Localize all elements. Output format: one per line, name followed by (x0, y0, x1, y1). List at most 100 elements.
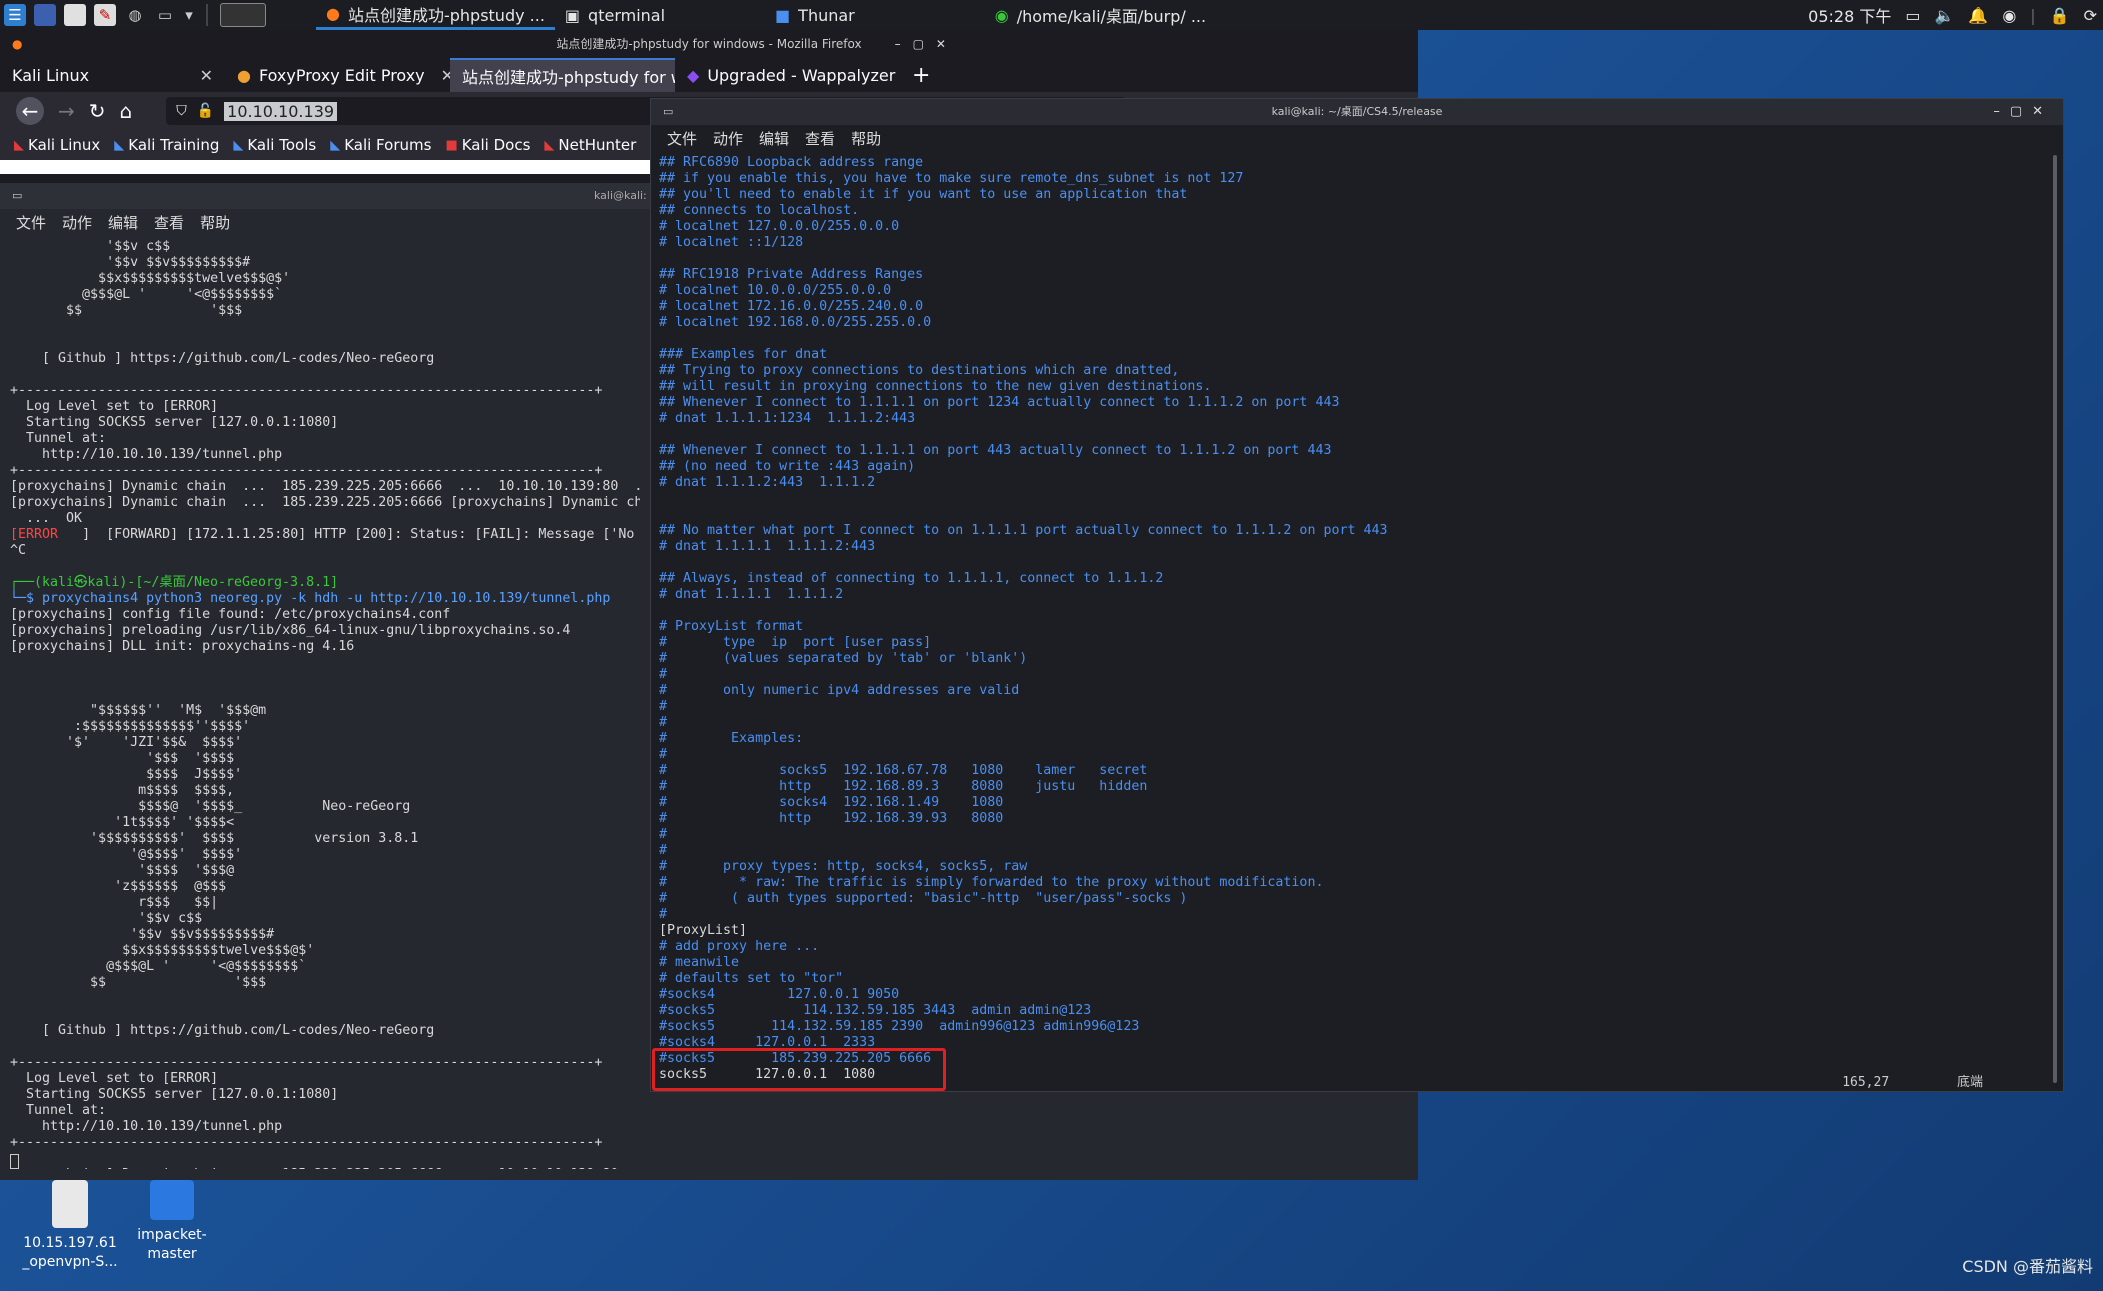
cursor-position: 165,27 (1842, 1075, 1890, 1090)
power-icon[interactable]: ⟳ (2084, 6, 2097, 25)
terminal-line: [proxychains] DLL init: proxychains-ng 4… (10, 639, 355, 654)
workspace-switcher-icon[interactable] (220, 3, 266, 27)
close-icon[interactable]: ✕ (192, 66, 213, 85)
bookmark-kali-linux[interactable]: ◣ Kali Linux (14, 136, 100, 154)
task-firefox[interactable]: ● 站点创建成功-phpstudy ... (316, 0, 555, 30)
task-chrome[interactable]: ◉ /home/kali/桌面/burp/ ... (985, 0, 1216, 30)
terminal-line: '$$$$$$$$$$' $$$$ version 3.8.1 (10, 831, 419, 846)
reload-icon[interactable]: ↻ (89, 99, 106, 123)
menu-help[interactable]: 帮助 (200, 212, 230, 233)
menu-edit[interactable]: 编辑 (108, 212, 138, 233)
config-line: # (659, 715, 668, 730)
url-text[interactable]: 10.10.10.139 (224, 101, 338, 121)
config-line: ## (no need to write :443 again) (659, 459, 916, 474)
terminal-line: '$$$$ '$$$@ (10, 863, 235, 878)
terminal-line: $$$$@ '$$$$_ Neo-reGeorg (10, 799, 411, 814)
right-terminal-titlebar: ▭ kali@kali: ~/桌面/CS4.5/release –▢✕ (651, 99, 2063, 125)
shield-icon[interactable]: ⛉ (176, 103, 187, 119)
scroll-position: 底端 (1956, 1075, 1983, 1090)
chevron-down-icon[interactable]: ▾ (184, 4, 194, 26)
menu-view[interactable]: 查看 (805, 128, 835, 149)
terminal-line: +---------------------------------------… (10, 1135, 603, 1150)
tab-kali-linux[interactable]: Kali Linux ✕ (0, 58, 225, 92)
menu-action[interactable]: 动作 (713, 128, 743, 149)
terminal-line: m$$$$ $$$$, (10, 783, 235, 798)
bookmark-kali-tools[interactable]: ◣ Kali Tools (233, 136, 316, 154)
terminal-line: [proxychains] Dynamic chain ... 185.239.… (10, 479, 640, 494)
separator: | (2030, 5, 2036, 25)
back-icon[interactable]: ← (16, 97, 44, 125)
menu-action[interactable]: 动作 (62, 212, 92, 233)
menu-file[interactable]: 文件 (667, 128, 697, 149)
config-line: # http 192.168.39.93 8080 (659, 811, 1004, 826)
forward-icon[interactable]: → (58, 99, 75, 123)
terminal-line: └─$ proxychains4 python3 neoreg.py -k hd… (10, 591, 611, 606)
show-desktop-icon[interactable] (34, 4, 56, 26)
highlight-box (652, 1048, 946, 1091)
browser-icon[interactable]: ◍ (124, 4, 146, 26)
clock[interactable]: 05:28 下午 (1808, 3, 1891, 27)
config-line: # dnat 1.1.1.2:443 1.1.1.2 (659, 475, 876, 490)
config-line: # dnat 1.1.1.1 1.1.1.2:443 (659, 539, 876, 554)
left-terminal-output[interactable]: '$$v c$$ '$$v $$v$$$$$$$$$# $$x$$$$$$$$$… (10, 239, 640, 1169)
tab-phpstudy[interactable]: 站点创建成功-phpstudy for w✕ (450, 58, 675, 92)
folder-icon (150, 1180, 194, 1220)
terminal-line: '$$v $$v$$$$$$$$$# (10, 927, 275, 942)
text-editor-icon[interactable]: ✎ (94, 4, 116, 26)
volume-icon[interactable]: 🔈 (1934, 6, 1954, 25)
config-line: # http 192.168.89.3 8080 justu hidden (659, 779, 1148, 794)
config-line (659, 427, 2049, 443)
config-line: ## if you enable this, you have to make … (659, 171, 1244, 186)
terminal-line: [proxychains] Dynamic chain ... 185.239.… (10, 1167, 640, 1169)
lock-icon[interactable]: 🔒 (2050, 6, 2070, 25)
bookmark-label: Kali Forums (344, 136, 432, 154)
menu-edit[interactable]: 编辑 (759, 128, 789, 149)
config-line: #socks4 127.0.0.1 9050 (659, 987, 900, 1002)
notification-icon[interactable]: 🔔 (1968, 6, 1988, 25)
config-line: ## No matter what port I connect to on 1… (659, 523, 1388, 538)
menu-view[interactable]: 查看 (154, 212, 184, 233)
network-icon[interactable]: ◉ (2002, 6, 2016, 25)
kali-menu-icon[interactable]: ☰ (4, 4, 26, 26)
terminal-line: ^C (10, 543, 27, 558)
firefox-logo-icon: ● (12, 37, 23, 51)
display-icon[interactable]: ▭ (1905, 6, 1920, 25)
new-tab-button[interactable]: + (900, 58, 942, 92)
window-controls[interactable]: –▢✕ (895, 30, 958, 58)
menu-help[interactable]: 帮助 (851, 128, 881, 149)
terminal-line: '@$$$$' $$$$' (10, 847, 243, 862)
bookmark-kali-docs[interactable]: ■ Kali Docs (445, 136, 530, 154)
config-line: # only numeric ipv4 addresses are valid (659, 683, 1020, 698)
docs-icon: ■ (445, 137, 458, 153)
config-line (659, 507, 2049, 523)
home-icon[interactable]: ⌂ (120, 99, 133, 123)
window-controls[interactable]: –▢✕ (1993, 99, 2053, 125)
config-line: # type ip port [user pass] (659, 635, 932, 650)
bookmark-kali-training[interactable]: ◣ Kali Training (114, 136, 219, 154)
config-line: # Examples: (659, 731, 804, 746)
insecure-lock-icon[interactable]: 🔓 (197, 103, 214, 119)
tab-label: 站点创建成功-phpstudy for w (462, 68, 675, 87)
file-manager-icon[interactable] (64, 4, 86, 26)
desktop-icon-openvpn[interactable]: 10.15.197.61 _openvpn-S... (20, 1180, 120, 1272)
config-line: # ( auth types supported: "basic"-http "… (659, 891, 1188, 906)
desktop-icon-impacket[interactable]: impacket- master (122, 1180, 222, 1264)
task-thunar[interactable]: ■ Thunar (765, 0, 865, 30)
terminal-line: ┌──(kali㉿kali)-[~/桌面/Neo-reGeorg-3.8.1] (10, 575, 339, 590)
task-qterminal[interactable]: ▣ qterminal (555, 0, 675, 30)
close-icon[interactable]: ✕ (433, 66, 450, 85)
tab-wappalyzer[interactable]: ◆ Upgraded - Wappalyzer✕ (675, 58, 900, 92)
bookmark-label: Kali Tools (247, 136, 317, 154)
bookmark-kali-forums[interactable]: ◣ Kali Forums (330, 136, 431, 154)
terminal-launcher-icon[interactable]: ▭ (154, 4, 176, 26)
config-line: # localnet ::1/128 (659, 235, 804, 250)
bookmark-nethunter[interactable]: ◣ NetHunter (544, 136, 636, 154)
menu-file[interactable]: 文件 (16, 212, 46, 233)
taskbar: ☰ ✎ ◍ ▭ ▾ ● 站点创建成功-phpstudy ... ▣ qtermi… (0, 0, 2103, 30)
config-line (659, 603, 2049, 619)
right-terminal-editor[interactable]: ## RFC6890 Loopback address range ## if y… (659, 155, 2049, 1085)
tab-foxyproxy[interactable]: ● FoxyProxy Edit Proxy ✕ (225, 58, 450, 92)
scrollbar[interactable] (2053, 155, 2057, 1083)
